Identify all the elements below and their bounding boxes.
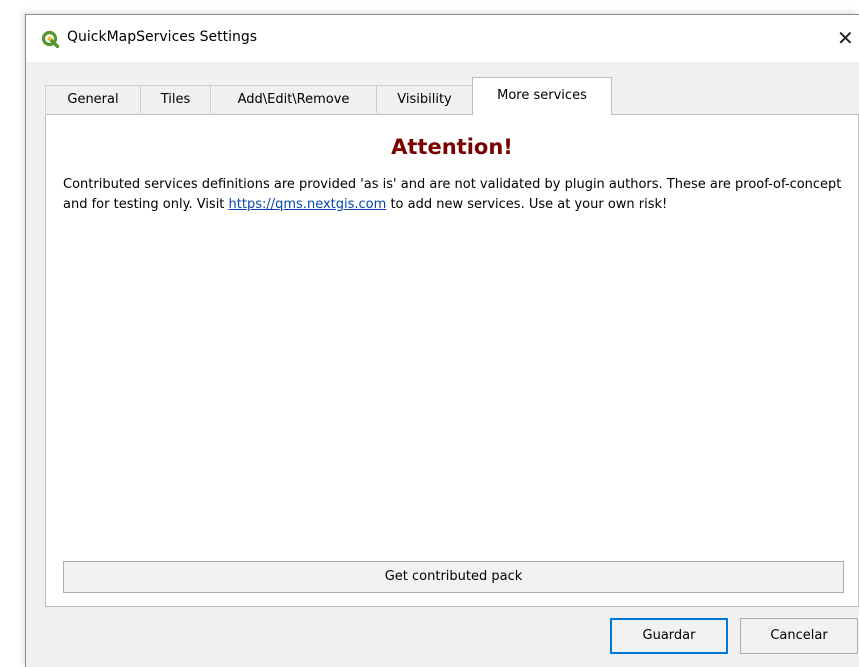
- title-bar: QuickMapServices Settings ✕: [26, 15, 859, 62]
- tab-more-services[interactable]: More services: [472, 77, 612, 115]
- get-contributed-pack-button[interactable]: Get contributed pack: [63, 561, 844, 593]
- more-services-panel: Attention! Contributed services definiti…: [45, 114, 859, 607]
- tab-general[interactable]: General: [45, 85, 141, 113]
- close-icon[interactable]: ✕: [837, 23, 859, 53]
- disclaimer-text-after: to add new services. Use at your own ris…: [386, 197, 668, 212]
- save-button[interactable]: Guardar: [610, 618, 728, 654]
- window-title: QuickMapServices Settings: [67, 29, 258, 45]
- cancel-button[interactable]: Cancelar: [740, 618, 858, 654]
- qms-link[interactable]: https://qms.nextgis.com: [229, 197, 387, 212]
- tab-add-edit-remove[interactable]: Add\Edit\Remove: [210, 85, 377, 113]
- tab-visibility[interactable]: Visibility: [376, 85, 473, 113]
- settings-dialog: QuickMapServices Settings ✕ General Tile…: [25, 14, 859, 667]
- tab-tiles[interactable]: Tiles: [140, 85, 211, 113]
- disclaimer-text: Contributed services definitions are pro…: [63, 175, 843, 215]
- qgis-logo-icon: [41, 30, 59, 48]
- attention-heading: Attention!: [391, 135, 513, 159]
